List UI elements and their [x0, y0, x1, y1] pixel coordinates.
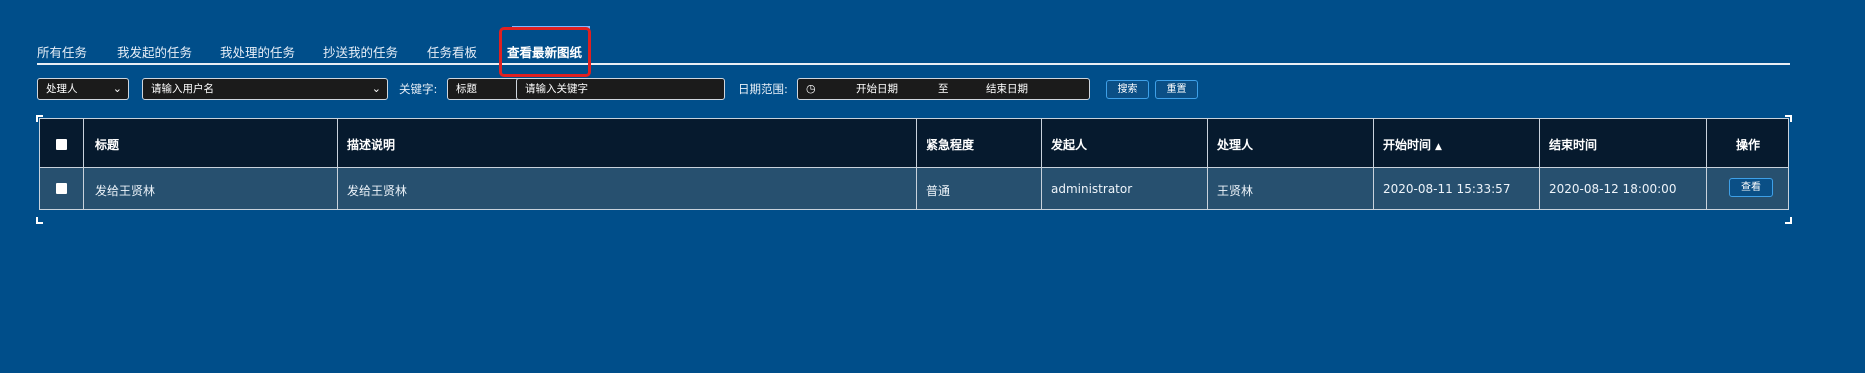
date-range-label: 日期范围:	[738, 82, 788, 96]
header-end-time[interactable]: 结束时间	[1549, 136, 1597, 153]
column-divider	[1706, 168, 1707, 210]
tab-cc-me[interactable]: 抄送我的任务	[323, 42, 398, 61]
row-description: 发给王贤林	[347, 184, 408, 198]
select-all-checkbox[interactable]	[56, 139, 67, 150]
column-divider	[916, 168, 917, 210]
tab-bar: 所有任务 我发起的任务 我处理的任务 抄送我的任务 任务看板 查看最新图纸	[37, 36, 1790, 64]
column-divider	[337, 119, 338, 169]
tab-all-tasks[interactable]: 所有任务	[37, 42, 87, 61]
row-checkbox[interactable]	[56, 183, 67, 194]
header-handler[interactable]: 处理人	[1217, 136, 1253, 153]
header-description[interactable]: 描述说明	[347, 136, 395, 153]
filter-bar: 处理人 ⌄ 请输入用户名 ⌄ 关键字: 标题 ⌄ 请输入关键字 日期范围: ◷ …	[37, 78, 1797, 102]
column-divider	[1373, 119, 1374, 169]
column-divider	[1207, 168, 1208, 210]
header-actions: 操作	[1736, 138, 1761, 152]
resize-corner	[1785, 217, 1792, 224]
chevron-down-icon: ⌄	[112, 82, 122, 95]
resize-corner	[36, 217, 43, 224]
keyword-field-value: 标题	[456, 83, 477, 95]
row-handler: 王贤林	[1217, 184, 1254, 198]
role-select-value: 处理人	[46, 83, 78, 95]
column-divider	[1539, 168, 1540, 210]
search-button[interactable]: 搜索	[1106, 80, 1149, 99]
role-select[interactable]: 处理人 ⌄	[37, 78, 129, 100]
tab-my-initiated[interactable]: 我发起的任务	[117, 42, 192, 61]
view-button[interactable]: 查看	[1729, 178, 1773, 197]
row-start-time: 2020-08-11 15:33:57	[1383, 182, 1511, 196]
row-title: 发给王贤林	[95, 184, 156, 198]
column-divider	[1373, 168, 1374, 210]
table-row[interactable]: 发给王贤林 发给王贤林 普通 administrator 王贤林 2020-08…	[39, 168, 1789, 210]
tab-my-handled[interactable]: 我处理的任务	[220, 42, 295, 61]
column-divider	[916, 119, 917, 169]
header-start-time-label: 开始时间	[1383, 138, 1432, 152]
user-select-placeholder: 请输入用户名	[151, 83, 214, 95]
header-start-time[interactable]: 开始时间 ▲︎	[1383, 136, 1442, 153]
tab-task-board[interactable]: 任务看板	[427, 42, 477, 61]
keyword-label: 关键字:	[399, 82, 438, 96]
row-urgency: 普通	[926, 184, 951, 198]
keyword-placeholder: 请输入关键字	[525, 83, 588, 95]
sort-icon[interactable]: ▲︎	[1435, 142, 1442, 152]
date-start[interactable]: 开始日期	[856, 79, 898, 99]
user-select[interactable]: 请输入用户名 ⌄	[142, 78, 388, 100]
chevron-down-icon: ⌄	[371, 82, 381, 95]
task-table: 标题 描述说明 紧急程度 发起人 处理人 开始时间 ▲︎ 结束时间 操作 发给王贤…	[36, 115, 1792, 224]
row-end-time: 2020-08-12 18:00:00	[1549, 182, 1677, 196]
column-divider	[337, 168, 338, 210]
highlight-annotation	[499, 27, 591, 77]
reset-button[interactable]: 重置	[1155, 80, 1198, 99]
column-divider	[1207, 119, 1208, 169]
date-end[interactable]: 结束日期	[986, 79, 1028, 99]
column-divider	[1539, 119, 1540, 169]
column-divider	[83, 119, 84, 169]
header-urgency[interactable]: 紧急程度	[926, 136, 974, 153]
date-range-picker[interactable]: ◷ 开始日期 至 结束日期	[797, 78, 1090, 100]
column-divider	[1041, 168, 1042, 210]
header-initiator[interactable]: 发起人	[1051, 136, 1087, 153]
column-divider	[1706, 119, 1707, 169]
tab-divider	[37, 63, 1790, 65]
column-divider	[83, 168, 84, 210]
row-initiator: administrator	[1051, 182, 1133, 196]
column-divider	[1041, 119, 1042, 169]
header-title[interactable]: 标题	[95, 136, 119, 153]
date-separator: 至	[938, 83, 949, 95]
table-header: 标题 描述说明 紧急程度 发起人 处理人 开始时间 ▲︎ 结束时间 操作	[39, 118, 1789, 169]
keyword-input[interactable]: 请输入关键字	[516, 78, 725, 100]
clock-icon: ◷	[806, 82, 816, 95]
